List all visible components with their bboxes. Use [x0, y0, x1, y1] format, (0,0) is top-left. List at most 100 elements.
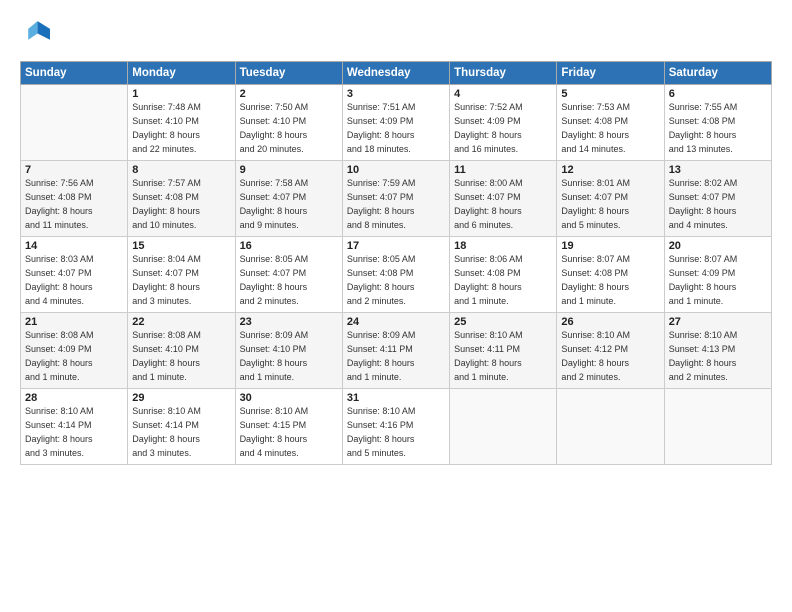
day-number: 4: [454, 88, 552, 100]
day-number: 9: [240, 164, 338, 176]
calendar-cell: 12Sunrise: 8:01 AMSunset: 4:07 PMDayligh…: [557, 161, 664, 237]
day-info: Sunrise: 8:10 AMSunset: 4:15 PMDaylight:…: [240, 405, 338, 461]
day-number: 11: [454, 164, 552, 176]
calendar-cell: 30Sunrise: 8:10 AMSunset: 4:15 PMDayligh…: [235, 389, 342, 465]
calendar-cell: 3Sunrise: 7:51 AMSunset: 4:09 PMDaylight…: [342, 85, 449, 161]
day-info: Sunrise: 8:09 AMSunset: 4:11 PMDaylight:…: [347, 329, 445, 385]
day-info: Sunrise: 7:55 AMSunset: 4:08 PMDaylight:…: [669, 101, 767, 157]
logo: [20, 18, 52, 51]
day-info: Sunrise: 8:05 AMSunset: 4:07 PMDaylight:…: [240, 253, 338, 309]
day-info: Sunrise: 8:05 AMSunset: 4:08 PMDaylight:…: [347, 253, 445, 309]
calendar-cell: 28Sunrise: 8:10 AMSunset: 4:14 PMDayligh…: [21, 389, 128, 465]
weekday-header-friday: Friday: [557, 62, 664, 85]
day-number: 24: [347, 316, 445, 328]
calendar-cell: 22Sunrise: 8:08 AMSunset: 4:10 PMDayligh…: [128, 313, 235, 389]
day-number: 27: [669, 316, 767, 328]
day-number: 29: [132, 392, 230, 404]
day-info: Sunrise: 8:02 AMSunset: 4:07 PMDaylight:…: [669, 177, 767, 233]
weekday-header-thursday: Thursday: [450, 62, 557, 85]
day-info: Sunrise: 7:48 AMSunset: 4:10 PMDaylight:…: [132, 101, 230, 157]
day-number: 17: [347, 240, 445, 252]
day-number: 14: [25, 240, 123, 252]
day-info: Sunrise: 7:50 AMSunset: 4:10 PMDaylight:…: [240, 101, 338, 157]
weekday-header-monday: Monday: [128, 62, 235, 85]
calendar-cell: 18Sunrise: 8:06 AMSunset: 4:08 PMDayligh…: [450, 237, 557, 313]
weekday-header-saturday: Saturday: [664, 62, 771, 85]
day-info: Sunrise: 7:56 AMSunset: 4:08 PMDaylight:…: [25, 177, 123, 233]
day-number: 2: [240, 88, 338, 100]
day-info: Sunrise: 8:10 AMSunset: 4:11 PMDaylight:…: [454, 329, 552, 385]
calendar-cell: 14Sunrise: 8:03 AMSunset: 4:07 PMDayligh…: [21, 237, 128, 313]
day-info: Sunrise: 8:07 AMSunset: 4:09 PMDaylight:…: [669, 253, 767, 309]
day-info: Sunrise: 8:03 AMSunset: 4:07 PMDaylight:…: [25, 253, 123, 309]
calendar-cell: 19Sunrise: 8:07 AMSunset: 4:08 PMDayligh…: [557, 237, 664, 313]
day-number: 7: [25, 164, 123, 176]
calendar-cell: 2Sunrise: 7:50 AMSunset: 4:10 PMDaylight…: [235, 85, 342, 161]
calendar-cell: 1Sunrise: 7:48 AMSunset: 4:10 PMDaylight…: [128, 85, 235, 161]
day-number: 6: [669, 88, 767, 100]
day-number: 26: [561, 316, 659, 328]
calendar-table: SundayMondayTuesdayWednesdayThursdayFrid…: [20, 61, 772, 465]
calendar-cell: 10Sunrise: 7:59 AMSunset: 4:07 PMDayligh…: [342, 161, 449, 237]
day-info: Sunrise: 7:52 AMSunset: 4:09 PMDaylight:…: [454, 101, 552, 157]
header: [20, 18, 772, 51]
day-info: Sunrise: 8:06 AMSunset: 4:08 PMDaylight:…: [454, 253, 552, 309]
calendar-cell: 23Sunrise: 8:09 AMSunset: 4:10 PMDayligh…: [235, 313, 342, 389]
day-number: 30: [240, 392, 338, 404]
calendar-cell: 25Sunrise: 8:10 AMSunset: 4:11 PMDayligh…: [450, 313, 557, 389]
calendar-cell: 20Sunrise: 8:07 AMSunset: 4:09 PMDayligh…: [664, 237, 771, 313]
day-info: Sunrise: 8:10 AMSunset: 4:12 PMDaylight:…: [561, 329, 659, 385]
calendar-cell: [664, 389, 771, 465]
calendar-cell: [557, 389, 664, 465]
day-number: 23: [240, 316, 338, 328]
calendar-cell: 15Sunrise: 8:04 AMSunset: 4:07 PMDayligh…: [128, 237, 235, 313]
day-number: 31: [347, 392, 445, 404]
day-info: Sunrise: 8:08 AMSunset: 4:10 PMDaylight:…: [132, 329, 230, 385]
calendar-cell: [450, 389, 557, 465]
day-number: 19: [561, 240, 659, 252]
day-number: 5: [561, 88, 659, 100]
day-number: 12: [561, 164, 659, 176]
day-info: Sunrise: 8:08 AMSunset: 4:09 PMDaylight:…: [25, 329, 123, 385]
day-info: Sunrise: 7:59 AMSunset: 4:07 PMDaylight:…: [347, 177, 445, 233]
weekday-header-row: SundayMondayTuesdayWednesdayThursdayFrid…: [21, 62, 772, 85]
day-number: 16: [240, 240, 338, 252]
day-info: Sunrise: 7:51 AMSunset: 4:09 PMDaylight:…: [347, 101, 445, 157]
weekday-header-wednesday: Wednesday: [342, 62, 449, 85]
calendar-cell: 21Sunrise: 8:08 AMSunset: 4:09 PMDayligh…: [21, 313, 128, 389]
day-info: Sunrise: 8:00 AMSunset: 4:07 PMDaylight:…: [454, 177, 552, 233]
day-info: Sunrise: 8:01 AMSunset: 4:07 PMDaylight:…: [561, 177, 659, 233]
calendar-week-3: 14Sunrise: 8:03 AMSunset: 4:07 PMDayligh…: [21, 237, 772, 313]
weekday-header-tuesday: Tuesday: [235, 62, 342, 85]
calendar-week-1: 1Sunrise: 7:48 AMSunset: 4:10 PMDaylight…: [21, 85, 772, 161]
calendar-cell: 8Sunrise: 7:57 AMSunset: 4:08 PMDaylight…: [128, 161, 235, 237]
calendar-cell: 27Sunrise: 8:10 AMSunset: 4:13 PMDayligh…: [664, 313, 771, 389]
day-number: 10: [347, 164, 445, 176]
calendar-cell: [21, 85, 128, 161]
day-number: 22: [132, 316, 230, 328]
day-number: 15: [132, 240, 230, 252]
day-number: 3: [347, 88, 445, 100]
calendar-cell: 13Sunrise: 8:02 AMSunset: 4:07 PMDayligh…: [664, 161, 771, 237]
calendar-cell: 11Sunrise: 8:00 AMSunset: 4:07 PMDayligh…: [450, 161, 557, 237]
calendar-cell: 4Sunrise: 7:52 AMSunset: 4:09 PMDaylight…: [450, 85, 557, 161]
calendar-cell: 29Sunrise: 8:10 AMSunset: 4:14 PMDayligh…: [128, 389, 235, 465]
calendar-cell: 31Sunrise: 8:10 AMSunset: 4:16 PMDayligh…: [342, 389, 449, 465]
day-info: Sunrise: 8:09 AMSunset: 4:10 PMDaylight:…: [240, 329, 338, 385]
day-number: 28: [25, 392, 123, 404]
calendar-cell: 7Sunrise: 7:56 AMSunset: 4:08 PMDaylight…: [21, 161, 128, 237]
calendar-week-5: 28 Sunrise: 8:10 AMSunset: 4:14 PMDayligh…: [21, 389, 772, 465]
calendar-cell: 16Sunrise: 8:05 AMSunset: 4:07 PMDayligh…: [235, 237, 342, 313]
calendar-week-4: 21Sunrise: 8:08 AMSunset: 4:09 PMDayligh…: [21, 313, 772, 389]
calendar-cell: 5Sunrise: 7:53 AMSunset: 4:08 PMDaylight…: [557, 85, 664, 161]
day-info: Sunrise: 8:07 AMSunset: 4:08 PMDaylight:…: [561, 253, 659, 309]
day-info: Sunrise: 8:10 AMSunset: 4:14 PMDaylight:…: [132, 405, 230, 461]
calendar-cell: 9Sunrise: 7:58 AMSunset: 4:07 PMDaylight…: [235, 161, 342, 237]
day-number: 13: [669, 164, 767, 176]
day-info: Sunrise: 8:10 AMSunset: 4:13 PMDaylight:…: [669, 329, 767, 385]
day-number: 1: [132, 88, 230, 100]
day-number: 8: [132, 164, 230, 176]
calendar-cell: 24Sunrise: 8:09 AMSunset: 4:11 PMDayligh…: [342, 313, 449, 389]
day-info: Sunrise: 7:58 AMSunset: 4:07 PMDaylight:…: [240, 177, 338, 233]
weekday-header-sunday: Sunday: [21, 62, 128, 85]
